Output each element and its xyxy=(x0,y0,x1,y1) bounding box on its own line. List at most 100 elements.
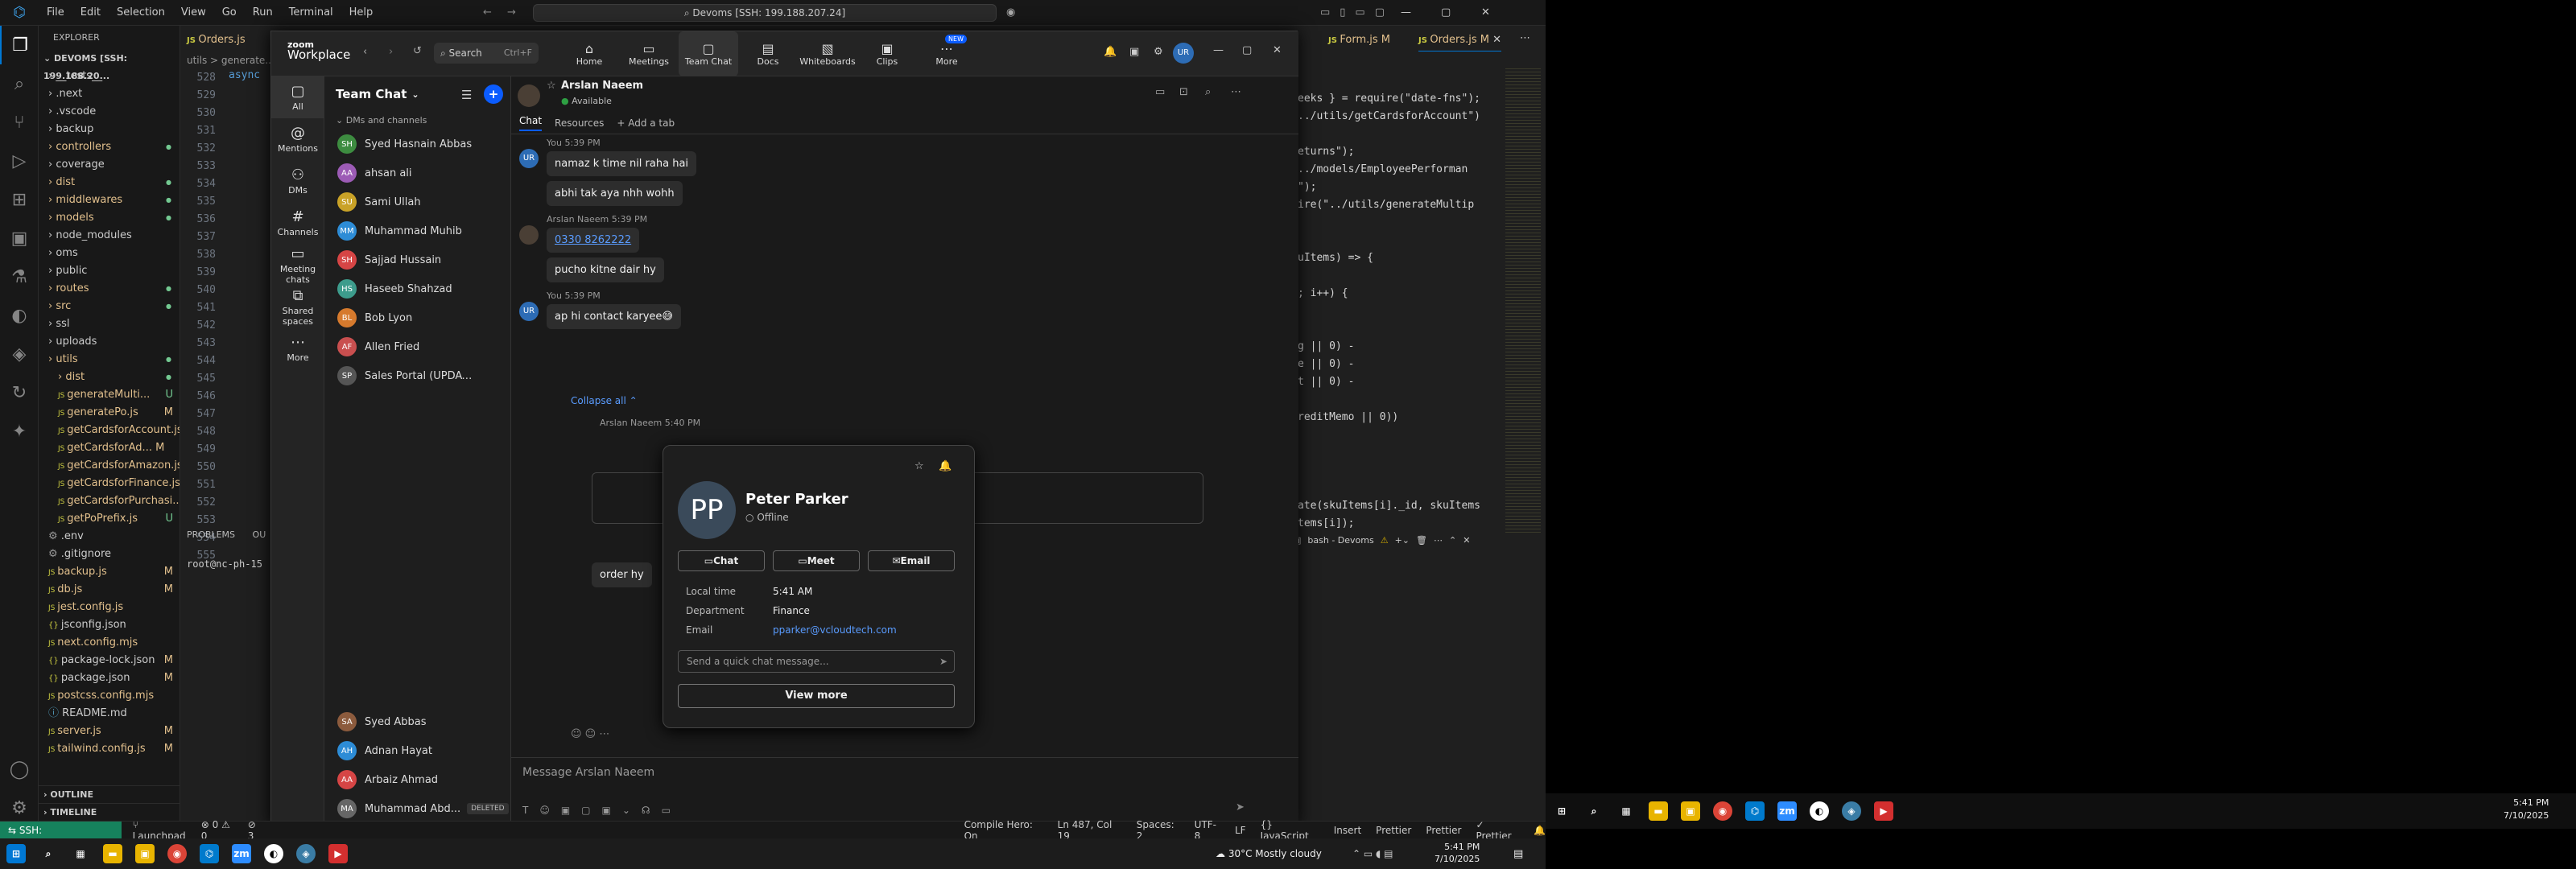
menu-selection[interactable]: Selection xyxy=(117,6,165,19)
menu-terminal[interactable]: Terminal xyxy=(289,6,333,19)
tree-folder[interactable]: › dist ● xyxy=(39,174,180,192)
tree-file[interactable]: {} jsconfig.json xyxy=(39,616,180,634)
tree-folder[interactable]: › .next xyxy=(39,85,180,103)
app-icon-2[interactable]: ◈ xyxy=(290,838,322,869)
output-tab[interactable]: OU xyxy=(253,529,266,540)
nav-back-icon[interactable]: ← xyxy=(483,6,492,19)
contact-item[interactable]: AA Arbaiz Ahmad xyxy=(324,765,511,794)
rail-mentions[interactable]: @ Mentions xyxy=(271,118,324,160)
contact-item[interactable]: AA ahsan ali xyxy=(324,159,510,187)
windows-start-icon[interactable]: ⊞ xyxy=(1546,796,1578,826)
docker-icon[interactable]: ◈ xyxy=(0,335,39,373)
close-icon[interactable]: ✕ xyxy=(1273,44,1282,56)
tree-file[interactable]: ⓘ README.md xyxy=(39,705,180,723)
nav-clips[interactable]: ▣ Clips xyxy=(857,31,917,76)
search-icon[interactable]: ⌕ xyxy=(1578,796,1610,826)
windows-start-icon[interactable]: ⊞ xyxy=(0,838,32,869)
tree-file[interactable]: {} package-lock.json M xyxy=(39,652,180,669)
profile-chat-button[interactable]: ▭ Chat xyxy=(678,550,765,571)
notifications-icon[interactable]: 🔔 xyxy=(1104,46,1117,58)
quick-message-input[interactable]: Send a quick chat message... ➤ xyxy=(678,650,955,673)
view-more-button[interactable]: View more xyxy=(678,684,955,708)
live-share-icon[interactable]: ↻ xyxy=(0,373,39,412)
insert-mode[interactable]: Insert xyxy=(1334,825,1361,836)
tree-folder[interactable]: › .vscode xyxy=(39,103,180,121)
chevron-down-icon[interactable]: ⌄ xyxy=(411,89,419,100)
collapse-all-link[interactable]: Collapse all ⌃ xyxy=(571,395,638,406)
command-center[interactable]: ⌕ Devoms [SSH: 199.188.207.24] xyxy=(533,4,997,22)
chat-contact-name[interactable]: Arslan Naeem xyxy=(561,80,643,92)
tree-folder[interactable]: › uploads xyxy=(39,333,180,351)
search-icon[interactable]: ⌕ xyxy=(1205,86,1211,98)
tree-folder[interactable]: › ssl xyxy=(39,315,180,333)
tab-add[interactable]: + Add a tab xyxy=(617,117,675,129)
tree-file[interactable]: ⚙ .env xyxy=(39,528,180,546)
minimize-icon[interactable]: — xyxy=(1401,6,1411,19)
message-avatar[interactable]: UR xyxy=(519,302,539,321)
tree-file[interactable]: JS generatePo.js M xyxy=(39,404,180,422)
tree-folder[interactable]: › middlewares ● xyxy=(39,192,180,209)
contact-item[interactable]: SH Sajjad Hussain xyxy=(324,245,510,274)
contact-item[interactable]: SH Syed Hasnain Abbas xyxy=(324,130,510,159)
back-arrow-icon[interactable]: ‹ xyxy=(363,46,367,58)
breadcrumb[interactable]: utils > generate... xyxy=(187,55,275,66)
list-title[interactable]: Team Chat xyxy=(336,87,407,101)
tree-folder[interactable]: › dist ● xyxy=(39,369,180,386)
nav-team-chat[interactable]: ▢ Team Chat xyxy=(679,31,738,76)
app-icon-1[interactable]: ◐ xyxy=(1803,796,1835,826)
tree-file[interactable]: JS server.js M xyxy=(39,723,180,740)
app-icon-1[interactable]: ◐ xyxy=(258,838,290,869)
nav-more[interactable]: ⋯ More NEW xyxy=(917,31,976,76)
search-icon[interactable]: ⌕ xyxy=(0,64,39,103)
tab-chat[interactable]: Chat xyxy=(519,115,543,131)
tree-file[interactable]: ⚙ .gitignore xyxy=(39,546,180,563)
tree-file[interactable]: JS jest.config.js xyxy=(39,599,180,616)
maximize-icon[interactable]: ▢ xyxy=(1441,6,1451,19)
screen-share-icon[interactable]: ⊡ xyxy=(1179,86,1188,98)
chrome-icon[interactable]: ◉ xyxy=(1707,796,1739,826)
close-icon[interactable]: ✕ xyxy=(1481,6,1490,19)
tree-file[interactable]: JS next.config.mjs xyxy=(39,634,180,652)
tree-file[interactable]: JS getCardsforAccount.js xyxy=(39,422,180,439)
tree-file[interactable]: JS generateMulti... U xyxy=(39,386,180,404)
tree-folder[interactable]: › src ● xyxy=(39,298,180,315)
remote-indicator[interactable]: ⇆ SSH: 199.188.207.24 xyxy=(0,821,122,854)
prettier-status[interactable]: Prettier xyxy=(1376,825,1411,836)
file-explorer-icon[interactable]: ▬ xyxy=(1642,796,1674,826)
rail-all[interactable]: ▢ All xyxy=(271,76,324,118)
send-icon[interactable]: ➤ xyxy=(1236,801,1245,813)
close-panel-icon[interactable]: ✕ xyxy=(1463,535,1470,546)
zoom-icon[interactable]: zm xyxy=(1771,796,1803,826)
editor-tab-orders-right[interactable]: JS Orders.js M ✕ xyxy=(1418,29,1502,51)
clock[interactable]: 5:41 PM 7/10/2025 xyxy=(1435,841,1480,865)
message-bubble[interactable]: ap hi contact karyee😅 xyxy=(547,304,681,329)
menu-edit[interactable]: Edit xyxy=(80,6,101,19)
composer-input[interactable]: Message Arslan Naeem xyxy=(511,758,1298,787)
contact-item[interactable]: SA Syed Abbas xyxy=(324,707,511,736)
contact-item[interactable]: SP Sales Portal (UPDATES) xyxy=(324,361,510,390)
send-icon[interactable]: ➤ xyxy=(939,651,947,672)
contact-item[interactable]: SU Sami Ullah xyxy=(324,187,510,216)
close-tab-icon[interactable]: ✕ xyxy=(1492,34,1501,46)
terminal-prompt[interactable]: root@nc-ph-15 xyxy=(187,558,262,570)
filter-icon[interactable]: ☰ xyxy=(461,88,472,102)
run-debug-icon[interactable]: ▷ xyxy=(0,142,39,180)
menu-run[interactable]: Run xyxy=(253,6,273,19)
tree-folder[interactable]: › controllers ● xyxy=(39,138,180,156)
zoom-search[interactable]: ⌕ Search Ctrl+F xyxy=(434,43,539,64)
prettier-status-2[interactable]: Prettier xyxy=(1426,825,1461,836)
whiteboard-share-icon[interactable]: ▣ xyxy=(1129,46,1139,58)
tree-file[interactable]: JS getCardsforFinance.js xyxy=(39,475,180,492)
tree-folder[interactable]: › public xyxy=(39,262,180,280)
notifications-bell-icon[interactable]: 🔔 xyxy=(1534,825,1546,836)
tree-folder[interactable]: › models ● xyxy=(39,209,180,227)
app-icon-3[interactable]: ▶ xyxy=(322,838,354,869)
tree-file[interactable]: JS db.js M xyxy=(39,581,180,599)
menu-go[interactable]: Go xyxy=(222,6,237,19)
rail-more[interactable]: ⋯ More xyxy=(271,327,324,369)
menu-view[interactable]: View xyxy=(181,6,206,19)
rail-dms[interactable]: ⚇ DMs xyxy=(271,160,324,202)
bell-icon[interactable]: 🔔 xyxy=(939,460,952,472)
new-terminal-icon[interactable]: +⌄ xyxy=(1395,535,1410,546)
system-tray[interactable]: ⌃ ▭ ◖ ▤ xyxy=(1352,848,1393,859)
